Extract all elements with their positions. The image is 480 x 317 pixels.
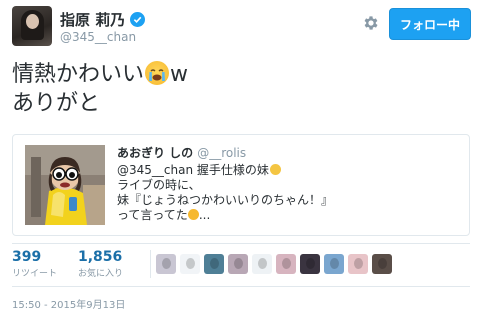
- liker-avatar-figure: [330, 258, 339, 269]
- stats-vertical-divider: [150, 250, 151, 278]
- liked-by-avatars: [156, 254, 396, 274]
- liker-avatar-figure: [378, 258, 387, 269]
- liker-avatar-figure: [210, 258, 219, 269]
- quoted-line-4-text: って言ってた: [117, 208, 188, 222]
- liker-avatar-figure: [234, 258, 243, 269]
- quoted-line-4-ellipsis: ...: [198, 208, 211, 222]
- liker-avatar[interactable]: [180, 254, 200, 274]
- author-avatar[interactable]: [12, 6, 52, 46]
- liker-avatar-figure: [354, 258, 363, 269]
- quoted-tweet-card[interactable]: あおぎり しの @__rolis @345__chan 握手仕様の妹 ライブの時に…: [12, 134, 470, 236]
- retweet-count-stat[interactable]: 399 リツイート: [12, 249, 57, 279]
- liker-avatar[interactable]: [228, 254, 248, 274]
- tweet-text: 情熱かわいい w ありがと: [12, 60, 188, 118]
- tweet-line-1-text: 情熱かわいい: [12, 62, 145, 87]
- tweet-line-2: ありがと: [12, 91, 101, 116]
- liker-avatar[interactable]: [300, 254, 320, 274]
- verified-badge-icon: [130, 12, 146, 27]
- liker-avatar[interactable]: [276, 254, 296, 274]
- retweet-count: 399: [12, 249, 42, 265]
- relieved-face-icon: [269, 164, 281, 175]
- liker-avatar[interactable]: [252, 254, 272, 274]
- liker-avatar[interactable]: [348, 254, 368, 274]
- loudly-crying-face-icon: [145, 61, 170, 85]
- tweet-line-1-suffix: w: [170, 62, 189, 87]
- liker-avatar-figure: [306, 258, 315, 269]
- liker-avatar[interactable]: [372, 254, 392, 274]
- avatar-face: [26, 14, 39, 29]
- quoted-line-4: って言ってた...: [117, 208, 333, 223]
- liker-avatar[interactable]: [204, 254, 224, 274]
- retweet-label: リツイート: [12, 269, 58, 279]
- quoted-tweet-photo[interactable]: [25, 145, 105, 225]
- tears-of-joy-face-icon: [187, 209, 199, 220]
- gear-icon[interactable]: [362, 14, 380, 32]
- liker-avatar-figure: [258, 258, 267, 269]
- quoted-author-handle[interactable]: @__rolis: [197, 146, 246, 160]
- following-button[interactable]: フォロー中: [389, 8, 471, 40]
- liker-avatar-figure: [282, 258, 291, 269]
- author-name-row: 指原 莉乃: [60, 9, 146, 30]
- quoted-line-1-text: @345__chan 握手仕様の妹: [117, 163, 269, 177]
- liker-avatar[interactable]: [156, 254, 176, 274]
- author-handle[interactable]: @345__chan: [60, 30, 136, 44]
- tweet-timestamp[interactable]: 15:50 - 2015年9月13日: [12, 296, 125, 311]
- like-label: お気に入り: [78, 269, 124, 279]
- liker-avatar-figure: [186, 258, 195, 269]
- quoted-line-1: @345__chan 握手仕様の妹: [117, 163, 333, 178]
- stats-bottom-divider: [12, 286, 470, 287]
- liker-avatar[interactable]: [324, 254, 344, 274]
- liker-avatar-figure: [162, 258, 171, 269]
- tweet-line-1: 情熱かわいい w: [12, 60, 188, 89]
- like-count: 1,856: [78, 249, 123, 265]
- quoted-author-row: あおぎり しの @__rolis: [117, 144, 246, 161]
- quoted-line-3: 妹『じょうねつかわいいりのちゃん！』: [117, 193, 334, 207]
- author-name[interactable]: 指原 莉乃: [60, 9, 125, 30]
- quoted-line-2: ライブの時に、: [117, 178, 201, 192]
- stats-top-divider: [12, 243, 470, 244]
- like-count-stat[interactable]: 1,856 お気に入り: [78, 249, 123, 279]
- quoted-author-name[interactable]: あおぎり しの: [117, 146, 193, 160]
- quoted-tweet-text: @345__chan 握手仕様の妹 ライブの時に、 妹『じょうねつかわいいりのち…: [117, 163, 333, 223]
